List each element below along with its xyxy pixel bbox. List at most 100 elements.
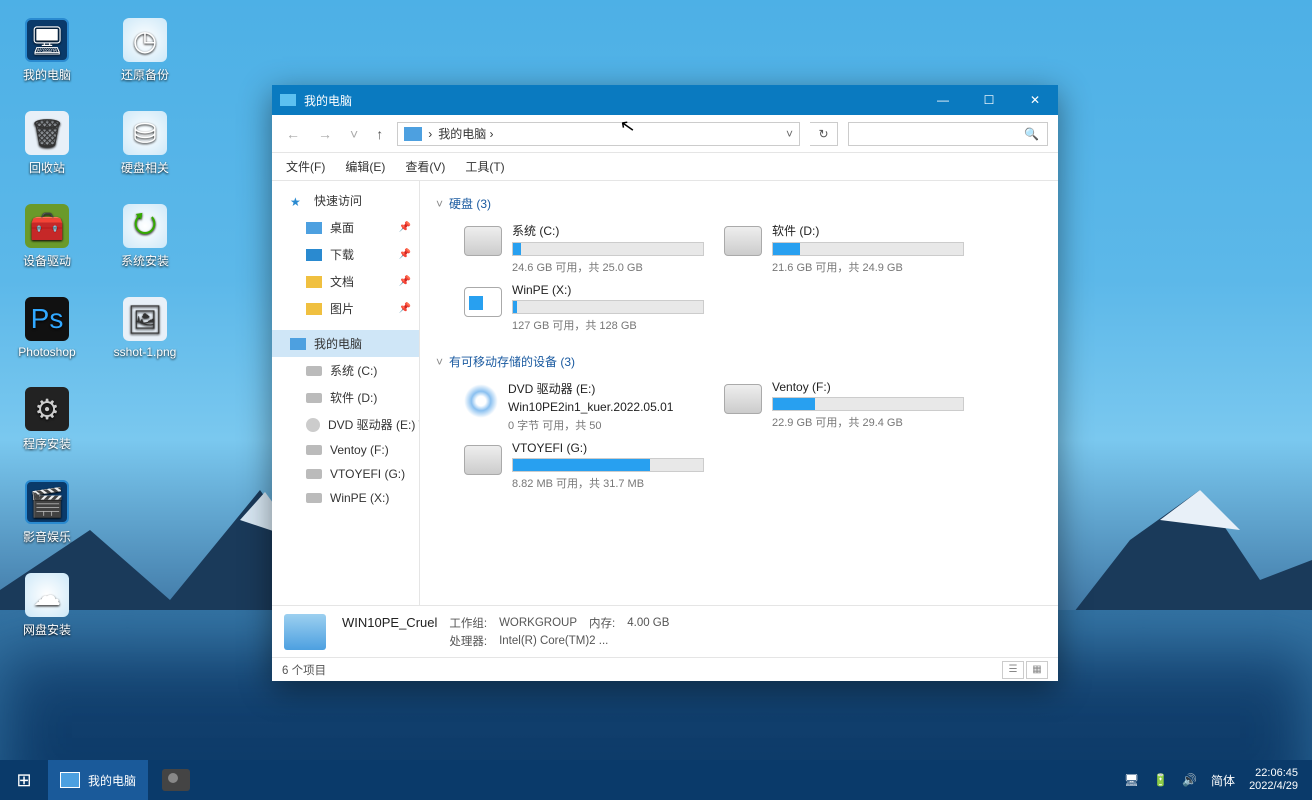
drive-item[interactable]: VTOYEFI (G:)8.82 MB 可用，共 31.7 MB — [464, 441, 704, 491]
taskbar: ⊞ 我的电脑 🖥 🔋 🔊 简体 22:06:45 2022/4/29 — [0, 760, 1312, 800]
drive-meta: 24.6 GB 可用，共 25.0 GB — [512, 259, 704, 275]
details-pane: WIN10PE_Cruel 工作组: WORKGROUP 内存: 4.00 GB… — [272, 605, 1058, 657]
nav-forward-button[interactable]: → — [314, 126, 336, 142]
drive-icon — [464, 384, 498, 418]
disk-icon — [306, 393, 322, 403]
explorer-window: 我的电脑 — ☐ ✕ ← → ˅ ↑ › 我的电脑 › ˅ ↻ 🔍 文件(F) … — [272, 85, 1058, 681]
drive-meta: 127 GB 可用，共 128 GB — [512, 317, 704, 333]
nav-documents[interactable]: 文档📌 — [272, 268, 419, 295]
drive-item[interactable]: Ventoy (F:) 22.9 GB 可用，共 29.4 GB — [724, 380, 964, 433]
desktop-icon-system-install[interactable]: ⭮系统安装 — [110, 204, 180, 269]
nav-drive-x[interactable]: WinPE (X:) — [272, 486, 419, 510]
nav-this-pc[interactable]: 我的电脑 — [272, 330, 419, 357]
address-bar[interactable]: › 我的电脑 › ˅ — [397, 122, 800, 146]
disk-icon — [306, 493, 322, 503]
nav-drive-c[interactable]: 系统 (C:) — [272, 357, 419, 384]
desktop-icon-my-computer[interactable]: 🖥我的电脑 — [12, 18, 82, 83]
desktop-icon-screenshot-file[interactable]: 🖼sshot-1.png — [110, 297, 180, 359]
computer-name: WIN10PE_Cruel — [342, 615, 447, 631]
close-button[interactable]: ✕ — [1012, 85, 1058, 115]
desktop-icon-media[interactable]: 🎬影音娱乐 — [12, 480, 82, 545]
nav-drive-d[interactable]: 软件 (D:) — [272, 384, 419, 411]
drive-name: WinPE (X:) — [512, 283, 704, 297]
drive-icon — [464, 226, 502, 256]
menu-view[interactable]: 查看(V) — [405, 158, 445, 175]
pin-icon: 📌 — [399, 303, 411, 314]
window-titlebar[interactable]: 我的电脑 — ☐ ✕ — [272, 85, 1058, 115]
nav-up-button[interactable]: ↑ — [372, 126, 387, 142]
nav-recent-button[interactable]: ˅ — [346, 126, 362, 142]
computer-image-icon — [284, 614, 326, 650]
system-tray: 🖥 🔋 🔊 简体 22:06:45 2022/4/29 — [1110, 767, 1312, 793]
desktop-icon-program-install[interactable]: ⚙程序安装 — [12, 387, 82, 452]
status-item-count: 6 个项目 — [282, 662, 326, 678]
refresh-button[interactable]: ↻ — [810, 122, 838, 146]
view-thumbnails-button[interactable]: ▦ — [1026, 661, 1048, 679]
taskbar-app-explorer[interactable]: 我的电脑 — [48, 760, 148, 800]
drive-name: Ventoy (F:) — [772, 380, 964, 394]
disk-icon — [306, 469, 322, 479]
star-icon: ★ — [290, 195, 306, 207]
drive-meta: 0 字节 可用，共 50 — [508, 417, 704, 433]
nav-downloads[interactable]: 下载📌 — [272, 241, 419, 268]
drive-icon — [464, 445, 502, 475]
drive-item[interactable]: 软件 (D:) 21.6 GB 可用，共 24.9 GB — [724, 222, 964, 275]
window-icon — [280, 94, 296, 106]
menu-tools[interactable]: 工具(T) — [465, 158, 504, 175]
maximize-button[interactable]: ☐ — [966, 85, 1012, 115]
folder-icon — [306, 303, 322, 315]
nav-desktop[interactable]: 桌面📌 — [272, 214, 419, 241]
desktop-icons-grid: 🖥我的电脑 ◷还原备份 🗑回收站 ⛁硬盘相关 🧰设备驱动 ⭮系统安装 PsPho… — [12, 18, 180, 638]
drive-name: DVD 驱动器 (E:) — [508, 380, 704, 397]
nav-pictures[interactable]: 图片📌 — [272, 295, 419, 322]
desktop-icon-device-driver[interactable]: 🧰设备驱动 — [12, 204, 82, 269]
drive-meta: 8.82 MB 可用，共 31.7 MB — [512, 475, 704, 491]
address-bar-row: ← → ˅ ↑ › 我的电脑 › ˅ ↻ 🔍 — [272, 115, 1058, 153]
desktop-icon-photoshop[interactable]: PsPhotoshop — [12, 297, 82, 359]
drive-meta: 22.9 GB 可用，共 29.4 GB — [772, 414, 964, 430]
tray-volume-icon[interactable]: 🔊 — [1182, 773, 1197, 787]
drive-item[interactable]: DVD 驱动器 (E:)Win10PE2in1_kuer.2022.05.010… — [464, 380, 704, 433]
drive-meta: 21.6 GB 可用，共 24.9 GB — [772, 259, 964, 275]
window-title: 我的电脑 — [304, 92, 352, 109]
drive-group-header[interactable]: ˅ 硬盘 (3) — [436, 189, 1042, 218]
drive-icon — [724, 384, 762, 414]
desktop-icon-restore-backup[interactable]: ◷还原备份 — [110, 18, 180, 83]
nav-back-button[interactable]: ← — [282, 126, 304, 142]
nav-drive-e[interactable]: DVD 驱动器 (E:) W — [272, 411, 419, 438]
search-input[interactable]: 🔍 — [848, 122, 1048, 146]
tray-ime[interactable]: 简体 — [1211, 772, 1235, 789]
taskbar-app-camera[interactable] — [162, 769, 190, 791]
drive-group-header[interactable]: ˅ 有可移动存储的设备 (3) — [436, 347, 1042, 376]
view-details-button[interactable]: ☰ — [1002, 661, 1024, 679]
nav-drive-f[interactable]: Ventoy (F:) — [272, 438, 419, 462]
drive-icon — [464, 287, 502, 317]
menu-bar: 文件(F) 编辑(E) 查看(V) 工具(T) — [272, 153, 1058, 181]
pc-icon — [404, 127, 422, 141]
desktop-icon-recycle-bin[interactable]: 🗑回收站 — [12, 111, 82, 176]
tray-network-icon[interactable]: 🖥 — [1124, 773, 1139, 787]
desktop-icon-disk-tools[interactable]: ⛁硬盘相关 — [110, 111, 180, 176]
disk-icon — [306, 366, 322, 376]
chevron-down-icon[interactable]: ˅ — [786, 127, 793, 141]
tray-clock[interactable]: 22:06:45 2022/4/29 — [1249, 767, 1298, 793]
tray-battery-icon[interactable]: 🔋 — [1153, 773, 1168, 787]
drive-name: 软件 (D:) — [772, 222, 964, 239]
menu-edit[interactable]: 编辑(E) — [345, 158, 385, 175]
nav-drive-g[interactable]: VTOYEFI (G:) — [272, 462, 419, 486]
drive-item[interactable]: 系统 (C:)24.6 GB 可用，共 25.0 GB — [464, 222, 704, 275]
pin-icon: 📌 — [399, 276, 411, 287]
drive-icon — [724, 226, 762, 256]
folder-icon — [306, 276, 322, 288]
desktop-icon-cloud-install[interactable]: ☁网盘安装 — [12, 573, 82, 638]
download-icon — [306, 249, 322, 261]
breadcrumb[interactable]: 我的电脑 › — [438, 125, 493, 142]
drive-item[interactable]: WinPE (X:) 127 GB 可用，共 128 GB — [464, 283, 704, 333]
pc-icon — [290, 338, 306, 350]
disk-icon — [306, 445, 322, 455]
menu-file[interactable]: 文件(F) — [286, 158, 325, 175]
breadcrumb-separator: › — [428, 127, 432, 141]
minimize-button[interactable]: — — [920, 85, 966, 115]
start-button[interactable]: ⊞ — [0, 760, 48, 800]
nav-quick-access[interactable]: ★快速访问 — [272, 187, 419, 214]
